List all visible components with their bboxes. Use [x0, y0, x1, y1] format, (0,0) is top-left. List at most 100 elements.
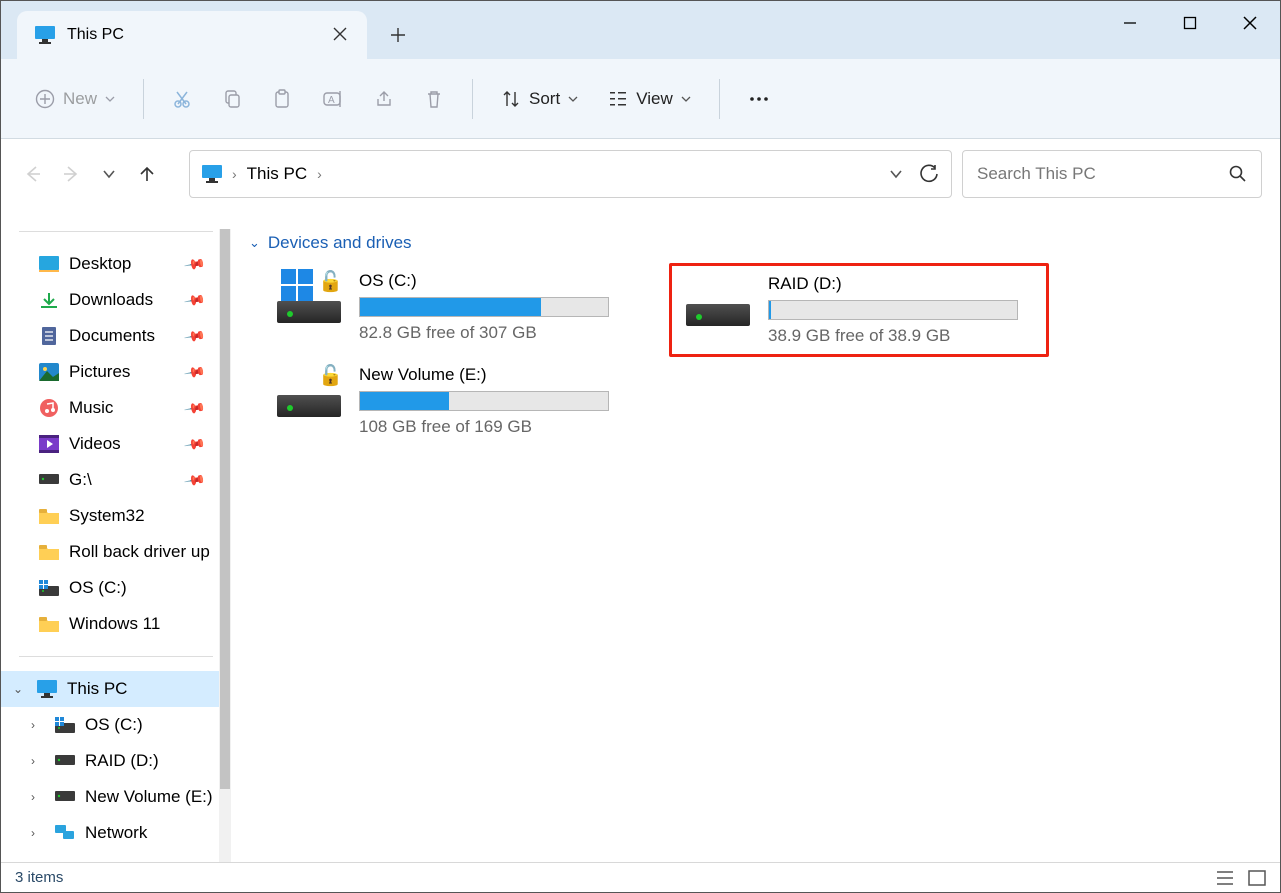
recent-dropdown-button[interactable] — [95, 160, 123, 188]
drive-new-volume-e-[interactable]: 🔓New Volume (E:)108 GB free of 169 GB — [263, 357, 643, 445]
sidebar-item-windows-11[interactable]: Windows 11 — [1, 606, 231, 642]
sidebar-item-desktop[interactable]: Desktop📌 — [1, 246, 231, 282]
view-button[interactable]: View — [596, 81, 703, 117]
network-icon — [55, 823, 75, 843]
drive-info: OS (C:)82.8 GB free of 307 GB — [359, 271, 629, 349]
sidebar-item-pictures[interactable]: Pictures📌 — [1, 354, 231, 390]
minimize-button[interactable] — [1100, 1, 1160, 45]
monitor-icon — [202, 164, 222, 184]
sidebar-item-videos[interactable]: Videos 📌 — [1, 426, 231, 462]
section-label: Devices and drives — [268, 233, 412, 253]
drive-info: RAID (D:) 38.9 GB free of 38.9 GB — [768, 274, 1032, 346]
sidebar-label: OS (C:) — [69, 578, 127, 598]
refresh-button[interactable] — [919, 164, 939, 184]
sidebar-label: Documents — [69, 326, 155, 346]
cut-button[interactable] — [160, 81, 204, 117]
back-button[interactable] — [19, 160, 47, 188]
chevron-right-icon: › — [31, 826, 35, 840]
scrollbar-thumb[interactable] — [220, 229, 230, 789]
drive-os-c-[interactable]: 🔓 OS (C:)82.8 GB free of 307 GB — [263, 263, 643, 357]
forward-button[interactable] — [57, 160, 85, 188]
pin-icon: 📌 — [182, 469, 206, 493]
windows-icon — [281, 269, 315, 303]
sidebar-drive-new-volume-e-[interactable]: › New Volume (E:) — [1, 779, 231, 815]
sidebar-item-system32[interactable]: System32 — [1, 498, 231, 534]
drive-icon: 🔓 — [277, 365, 341, 421]
drive-icon — [686, 274, 750, 330]
sidebar-label: New Volume (E:) — [85, 787, 213, 807]
chevron-down-icon: ⌄ — [249, 235, 260, 251]
video-icon — [39, 434, 59, 454]
sidebar-label: OS (C:) — [85, 715, 143, 735]
address-dropdown-button[interactable] — [889, 167, 903, 181]
sidebar-label: RAID (D:) — [85, 751, 159, 771]
chevron-right-icon: › — [31, 718, 35, 732]
drive-win-icon — [39, 578, 59, 598]
breadcrumb-sep-icon: › — [317, 166, 322, 182]
large-icons-view-button[interactable] — [1248, 870, 1266, 886]
sidebar-item-downloads[interactable]: Downloads📌 — [1, 282, 231, 318]
sidebar-item-this-pc[interactable]: ⌄ This PC — [1, 671, 231, 707]
drive-sm-icon — [39, 470, 59, 490]
title-bar: This PC — [1, 1, 1280, 59]
sidebar-label: This PC — [67, 679, 127, 699]
sidebar-label: Network — [85, 823, 147, 843]
sidebar-label: Pictures — [69, 362, 130, 382]
search-input[interactable]: Search This PC — [962, 150, 1262, 198]
monitor-icon — [35, 25, 55, 45]
details-view-button[interactable] — [1216, 870, 1234, 886]
breadcrumb-root[interactable]: This PC — [247, 164, 307, 184]
sidebar-label: G:\ — [69, 470, 92, 490]
drive-free-text: 38.9 GB free of 38.9 GB — [768, 320, 1032, 346]
sidebar-item-os-c-[interactable]: OS (C:) — [1, 570, 231, 606]
sort-button[interactable]: Sort — [489, 81, 590, 117]
new-tab-button[interactable] — [381, 18, 415, 52]
svg-text:A: A — [328, 95, 335, 106]
download-icon — [39, 290, 59, 310]
maximize-button[interactable] — [1160, 1, 1220, 45]
paste-button[interactable] — [260, 81, 304, 117]
sort-icon — [501, 89, 521, 109]
folder-icon — [39, 506, 59, 526]
unlock-icon: 🔓 — [318, 269, 343, 294]
sidebar-item-roll-back-driver-up[interactable]: Roll back driver up — [1, 534, 231, 570]
drive-name: RAID (D:) — [768, 274, 1032, 294]
drive-raid-d-[interactable]: RAID (D:) 38.9 GB free of 38.9 GB — [669, 263, 1049, 357]
rename-button[interactable]: A — [310, 81, 356, 117]
window-controls — [1100, 1, 1280, 45]
chevron-down-icon — [681, 94, 691, 104]
sidebar-label: Music — [69, 398, 113, 418]
status-item-count: 3 items — [15, 869, 63, 886]
nav-row: › This PC › Search This PC — [1, 139, 1280, 209]
up-button[interactable] — [133, 160, 161, 188]
sidebar-item-g-[interactable]: G:\ 📌 — [1, 462, 231, 498]
new-button[interactable]: New — [23, 81, 127, 117]
more-icon — [748, 89, 770, 109]
share-button[interactable] — [362, 81, 406, 117]
sidebar-label: System32 — [69, 506, 145, 526]
sidebar-item-music[interactable]: Music📌 — [1, 390, 231, 426]
more-button[interactable] — [736, 81, 782, 117]
share-icon — [374, 89, 394, 109]
music-icon — [39, 398, 59, 418]
drive-icon — [55, 715, 75, 735]
sidebar-drive-raid-d-[interactable]: ›RAID (D:) — [1, 743, 231, 779]
sidebar-drive-os-c-[interactable]: › OS (C:) — [1, 707, 231, 743]
sidebar-label: Videos — [69, 434, 121, 454]
section-devices-drives[interactable]: ⌄ Devices and drives — [235, 219, 1268, 263]
sidebar-label: Windows 11 — [69, 614, 160, 634]
sidebar-item-network[interactable]: › Network — [1, 815, 231, 851]
pin-icon: 📌 — [182, 433, 206, 457]
address-bar[interactable]: › This PC › — [189, 150, 952, 198]
body: Desktop📌Downloads📌Documents📌Pictures📌Mus… — [1, 209, 1280, 862]
sidebar-item-documents[interactable]: Documents📌 — [1, 318, 231, 354]
copy-button[interactable] — [210, 81, 254, 117]
new-icon — [35, 89, 55, 109]
tab-close-button[interactable] — [333, 27, 349, 43]
close-window-button[interactable] — [1220, 1, 1280, 45]
delete-button[interactable] — [412, 81, 456, 117]
chevron-right-icon: › — [31, 790, 35, 804]
search-icon — [1229, 165, 1247, 183]
tab-this-pc[interactable]: This PC — [17, 11, 367, 59]
new-label: New — [63, 89, 97, 109]
